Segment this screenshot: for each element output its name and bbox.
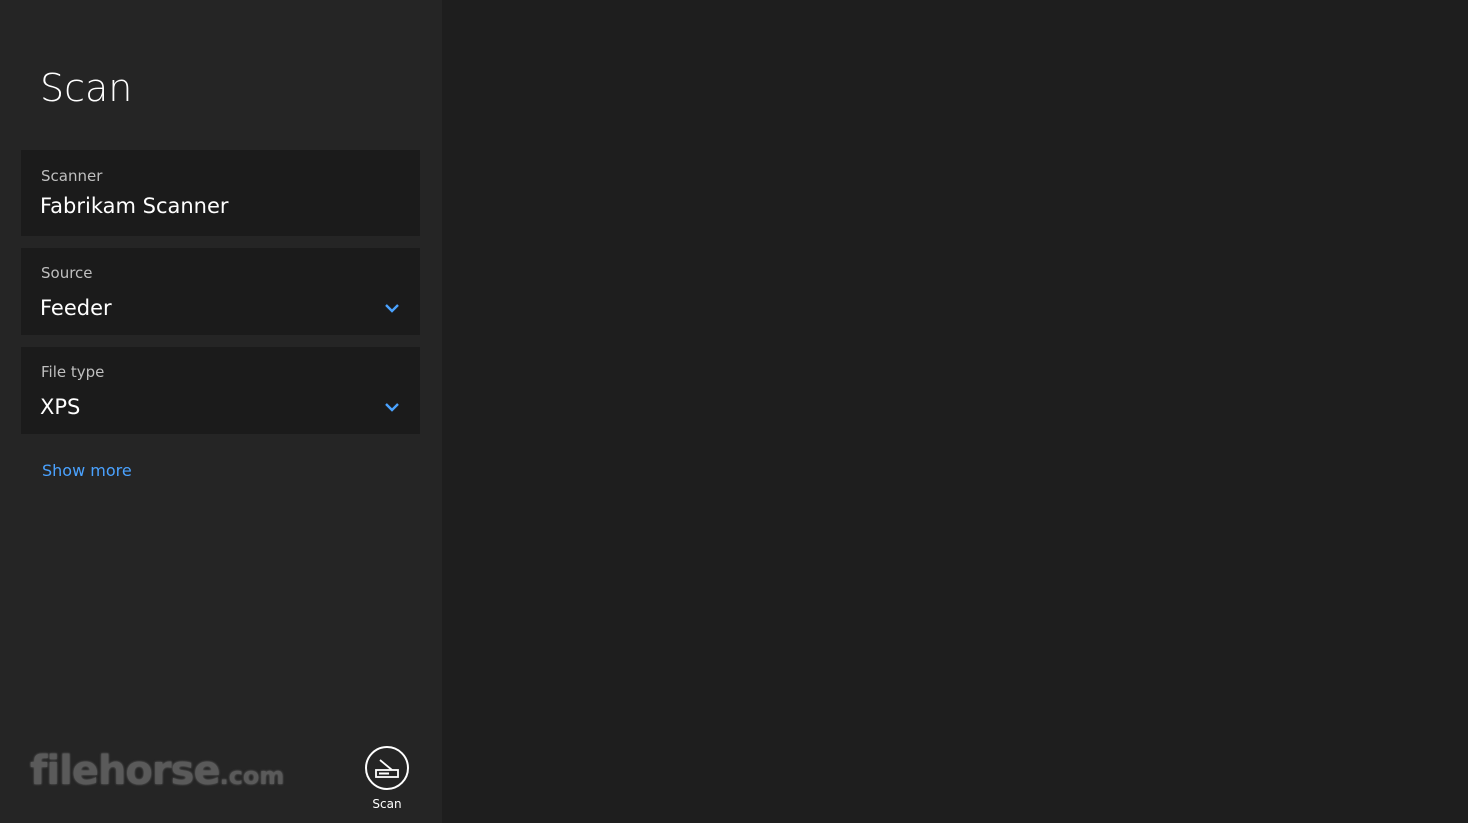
chevron-down-icon [385,403,399,412]
filehorse-watermark-logo: filehorse.com [30,748,284,794]
watermark-main-text: filehorse [30,748,221,794]
source-value: Feeder [40,296,112,320]
scanner-label: Scanner [41,167,103,185]
scan-app-window: Scan Scanner Fabrikam Scanner Source Fee… [0,0,1468,823]
page-title: Scan [40,66,133,110]
chevron-down-icon [385,304,399,313]
file-type-dropdown[interactable]: File type XPS [21,347,420,434]
watermark-tld-text: .com [219,762,285,790]
scan-button-label: Scan [372,797,402,811]
scan-preview-area [442,0,1468,823]
scanner-value: Fabrikam Scanner [40,194,229,218]
scanner-icon [375,759,399,778]
source-label: Source [41,264,93,282]
scan-button-circle [365,746,409,790]
source-dropdown[interactable]: Source Feeder [21,248,420,335]
scan-button[interactable]: Scan [355,746,419,816]
show-more-link[interactable]: Show more [42,461,132,480]
scanner-field: Scanner Fabrikam Scanner [21,150,420,236]
file-type-label: File type [41,363,105,381]
file-type-value: XPS [40,395,81,419]
scan-settings-panel: Scan Scanner Fabrikam Scanner Source Fee… [0,0,442,823]
